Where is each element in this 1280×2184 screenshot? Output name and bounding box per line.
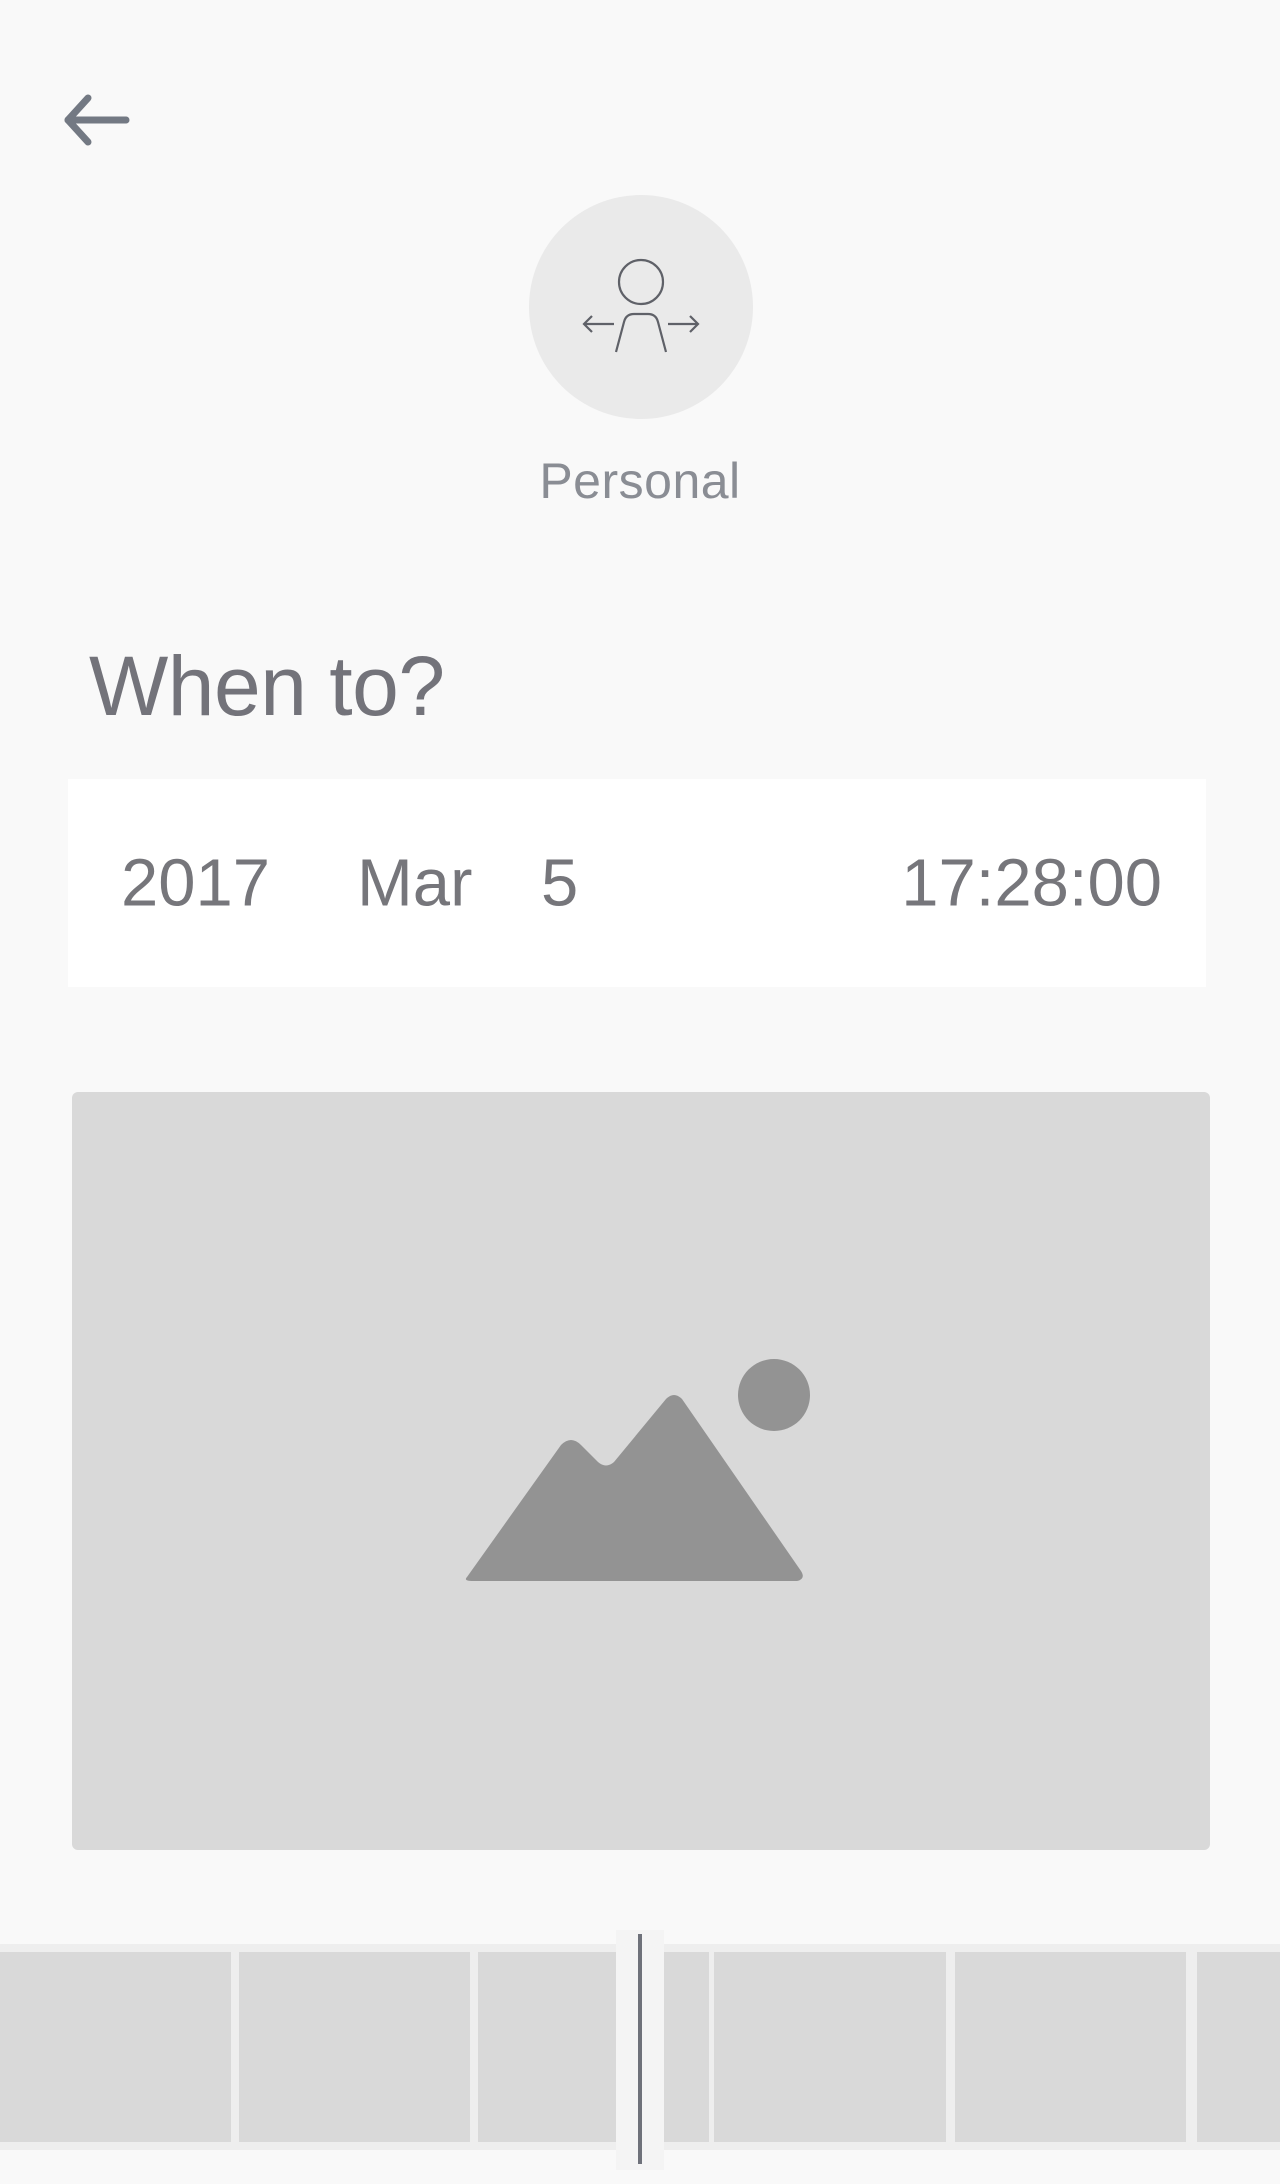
timeline-thumbnail[interactable] xyxy=(0,1952,231,2142)
year-value[interactable]: 2017 xyxy=(121,845,270,922)
person-arrows-icon xyxy=(582,258,700,353)
timeline-thumbnail[interactable] xyxy=(239,1952,470,2142)
back-button[interactable] xyxy=(60,80,160,160)
timeline-thumbnail[interactable] xyxy=(955,1952,1186,2142)
timeline-thumbnail[interactable] xyxy=(478,1952,709,2142)
when-title: When to? xyxy=(89,639,445,733)
day-value[interactable]: 5 xyxy=(541,845,578,922)
scrubber-line xyxy=(638,1934,642,2164)
arrow-left-icon xyxy=(64,94,130,146)
image-preview xyxy=(72,1092,1210,1850)
image-placeholder-icon xyxy=(465,1359,810,1581)
month-value[interactable]: Mar xyxy=(357,845,472,922)
datetime-picker[interactable]: 2017 Mar 5 17:28:00 xyxy=(68,779,1206,987)
profile-avatar[interactable] xyxy=(529,195,753,419)
time-value[interactable]: 17:28:00 xyxy=(901,845,1162,922)
timeline-thumbnail[interactable] xyxy=(1197,1952,1280,2142)
timeline-scrubber[interactable] xyxy=(616,1930,664,2170)
profile-label: Personal xyxy=(539,453,741,509)
timeline-thumbnail[interactable] xyxy=(714,1952,946,2142)
